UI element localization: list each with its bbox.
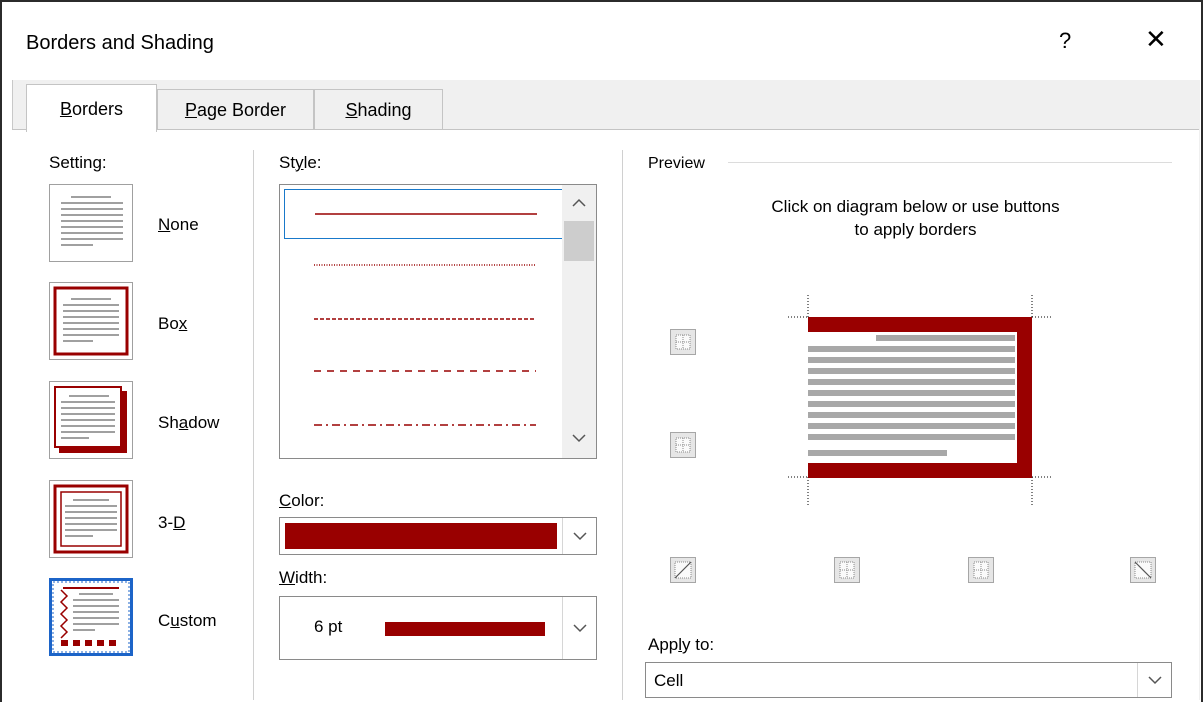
scroll-thumb <box>564 221 594 261</box>
setting-box-button[interactable] <box>49 282 133 360</box>
tab-borders-label: orders <box>71 99 124 119</box>
solid-line-icon <box>315 213 537 215</box>
question-icon[interactable]: ? <box>1059 28 1071 54</box>
chevron-up-icon <box>572 198 586 207</box>
tab-shading-label: hading <box>357 100 412 120</box>
setting-shadow-label: Shadow <box>158 413 220 432</box>
width-label: Width: <box>279 568 328 587</box>
setting-box-label: Box <box>158 314 188 333</box>
top-border-icon <box>675 334 691 350</box>
setting-none-icon <box>61 196 123 246</box>
title-bar: Borders and Shading ? ✕ <box>2 2 1201 82</box>
apply-to-value: Cell <box>654 671 684 690</box>
width-sample-line <box>385 622 545 636</box>
preview-label: Preview <box>648 155 705 172</box>
style-scrollbar[interactable] <box>562 185 596 458</box>
setting-shadow-icon <box>54 386 127 453</box>
tab-borders[interactable]: Borders <box>26 84 157 132</box>
diagonal-down-icon <box>1134 561 1152 579</box>
dashed-large-line-icon <box>314 370 536 372</box>
chevron-down-icon <box>1148 676 1162 685</box>
preview-instruction-line2: to apply borders <box>854 220 977 239</box>
inside-horizontal-border-button[interactable] <box>670 432 696 458</box>
preview-group-line <box>728 162 1172 163</box>
tab-shading-mnemonic: S <box>345 100 358 120</box>
setting-none-label: None <box>158 215 199 234</box>
width-value: 6 pt <box>314 617 343 636</box>
column-divider-right <box>622 150 623 700</box>
tab-shading[interactable]: Shading <box>314 89 443 129</box>
color-dropdown-arrow[interactable] <box>562 518 596 554</box>
inside-vertical-border-button[interactable] <box>968 557 994 583</box>
setting-3d-button[interactable] <box>49 480 133 558</box>
left-border-icon <box>839 561 855 579</box>
inside-vertical-icon <box>973 561 989 579</box>
apply-to-label: Apply to: <box>648 635 715 654</box>
dashed-small-line-icon <box>314 318 536 320</box>
preview-instruction-line1: Click on diagram below or use buttons <box>771 197 1060 216</box>
tab-page-border[interactable]: Page Border <box>157 89 314 129</box>
style-listbox[interactable] <box>279 184 597 459</box>
chevron-down-icon <box>572 434 586 443</box>
width-dropdown-arrow[interactable] <box>562 597 596 659</box>
setting-custom-label: Custom <box>158 611 217 630</box>
dialog-title: Borders and Shading <box>26 32 214 54</box>
setting-label: Setting: <box>49 153 107 172</box>
diagonal-up-border-button[interactable] <box>670 557 696 583</box>
setting-shadow-button[interactable] <box>49 381 133 459</box>
style-item-dashed-small[interactable] <box>284 295 561 343</box>
style-scrollbar-graphics <box>564 198 594 443</box>
setting-custom-icon <box>52 581 130 653</box>
color-dropdown[interactable] <box>279 517 597 555</box>
style-item-dash-dot[interactable] <box>284 401 561 449</box>
setting-box-icon <box>53 286 129 356</box>
close-icon[interactable]: ✕ <box>1145 24 1167 55</box>
setting-3d-label: 3-D <box>158 513 186 532</box>
width-dropdown[interactable]: 6 pt <box>279 596 597 660</box>
apply-to-dropdown-arrow[interactable] <box>1137 663 1171 697</box>
setting-custom-button[interactable] <box>49 578 133 656</box>
preview-instructions: Click on diagram below or use buttons to… <box>648 195 1183 241</box>
preview-diagram[interactable] <box>785 295 1055 507</box>
dotted-line-icon <box>314 264 536 266</box>
chevron-down-icon <box>573 532 587 541</box>
tab-borders-mnemonic: B <box>59 99 72 119</box>
style-item-solid[interactable] <box>284 189 563 239</box>
setting-none-button[interactable] <box>49 184 133 262</box>
tab-page-border-mnemonic: P <box>184 100 197 120</box>
style-item-dashed-large[interactable] <box>284 347 561 395</box>
inside-horizontal-icon <box>675 437 691 453</box>
diagonal-down-border-button[interactable] <box>1130 557 1156 583</box>
left-border-button[interactable] <box>834 557 860 583</box>
color-swatch <box>285 523 557 549</box>
dash-dot-line-icon <box>314 424 536 426</box>
setting-3d-icon <box>53 484 129 554</box>
tab-page-border-label: age Border <box>196 100 287 120</box>
style-label: Style: <box>279 153 322 172</box>
diagonal-up-icon <box>674 561 692 579</box>
top-border-button[interactable] <box>670 329 696 355</box>
column-divider-left <box>253 150 254 700</box>
style-item-dotted[interactable] <box>284 241 561 289</box>
chevron-down-icon <box>573 624 587 633</box>
apply-to-dropdown[interactable]: Cell <box>645 662 1172 698</box>
color-label: Color: <box>279 491 325 510</box>
